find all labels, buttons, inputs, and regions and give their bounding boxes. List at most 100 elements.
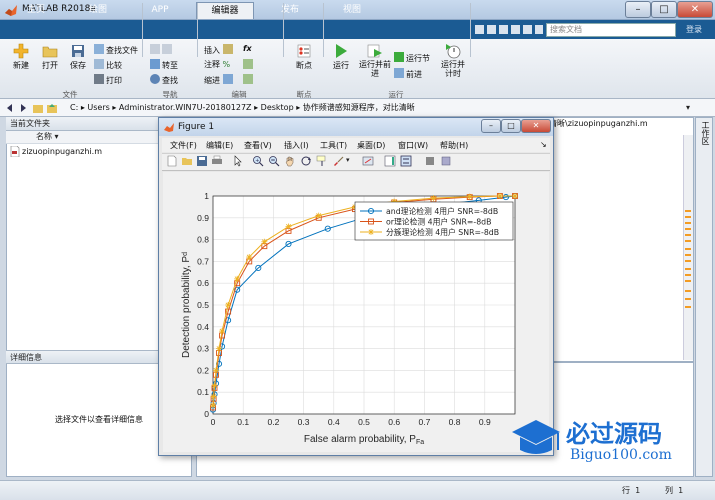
insert-label: 插入 [204,46,220,55]
find-button[interactable]: 查找 [150,74,178,86]
figure-menu-edit[interactable]: 编辑(E) [206,140,233,151]
path-segment[interactable]: Users [87,103,109,112]
find-files-icon [94,44,104,54]
workspace-label[interactable]: 工作区 [697,121,711,145]
brush-icon[interactable] [332,155,344,167]
figure-menu-window[interactable]: 窗口(W) [398,140,428,151]
close-button[interactable]: ✕ [677,1,713,18]
show-plot-tools-icon[interactable] [440,155,452,167]
y-tick-label: 0.2 [197,365,209,375]
tab-home[interactable]: 主页 [10,2,62,19]
ribbon-separator [197,3,198,57]
find-files-button[interactable]: 查找文件 [94,44,138,56]
edit-plot-arrow-icon[interactable] [232,155,244,167]
hide-plot-tools-icon[interactable] [424,155,436,167]
figure-menu-dock-icon[interactable]: ↘ [540,140,547,149]
indent-button[interactable]: 缩进 [204,74,235,86]
zoom-out-icon[interactable] [268,155,280,167]
insert-legend-icon[interactable] [400,155,412,167]
figure-menu-desktop[interactable]: 桌面(D) [357,140,385,151]
y-tick-labels: 0 0.1 0.2 0.3 0.4 0.5 0.6 0.7 0.8 0.9 1 [197,191,209,419]
file-list-item[interactable]: zizuopinpuganzhi.m [22,147,102,156]
data-point-star [210,402,216,409]
smart-indent-button[interactable] [243,74,255,85]
zoom-in-icon[interactable]: + [252,155,264,167]
path-segment[interactable]: C: [70,103,78,112]
open-button[interactable]: 打开 [36,43,64,71]
print-figure-icon[interactable] [211,155,223,167]
comment-button[interactable]: 注释 % [204,59,230,70]
path-segment[interactable]: Administrator.WIN7U-20180127Z [119,103,252,112]
insert-section-icon [222,44,233,54]
print-button[interactable]: 打印 [94,74,122,86]
wrap-button[interactable] [243,59,255,70]
browse-folder-icon[interactable] [46,102,58,114]
run-advance-button[interactable]: 运行并前进 [358,43,392,78]
figure-menu-insert[interactable]: 插入(I) [284,140,309,151]
tab-editor[interactable]: 编辑器 [196,2,254,19]
y-tick-label: 1 [204,191,209,201]
data-point-star [246,254,253,261]
run-section-button[interactable]: 运行节 [394,52,430,64]
run-section-label: 运行节 [406,54,430,63]
pan-hand-icon[interactable] [284,155,296,167]
x-tick-label: 0.7 [418,417,430,427]
figure-menu-view[interactable]: 查看(V) [244,140,272,151]
y-axis-label: Detection probability, Pd [181,252,192,358]
rotate-3d-icon[interactable] [300,155,312,167]
back-icon[interactable] [4,102,16,114]
data-point-star [368,229,374,235]
y-tick-label: 0.4 [197,322,209,332]
open-file-icon[interactable] [181,155,193,167]
forward-icon[interactable] [17,102,29,114]
run-play-icon [336,44,347,58]
goto-button[interactable]: 转至 [150,59,178,71]
path-dropdown-icon[interactable]: ▾ [686,103,690,112]
data-point-star [210,393,217,400]
figure-maximize-button[interactable]: □ [501,119,521,133]
quick-access-toolbar[interactable] [474,24,544,36]
y-tick-label: 0.9 [197,213,209,223]
data-point-star [225,302,232,308]
figure-close-button[interactable]: ✕ [521,119,551,133]
figure-menu-help[interactable]: 帮助(H) [440,140,468,151]
figure-menu-file[interactable]: 文件(F) [170,140,197,151]
path-segment[interactable]: 协作频谱感知源程序，对比清晰 [303,103,415,112]
search-documentation-input[interactable]: 搜索文档 [546,23,676,37]
run-advance-label: 运行并前进 [359,60,391,78]
current-folder-path[interactable]: C: ▸ Users ▸ Administrator.WIN7U-2018012… [70,102,415,115]
run-button[interactable]: 运行 [326,43,356,71]
link-plot-icon[interactable] [362,155,374,167]
insert-button[interactable]: 插入 [204,44,235,56]
name-column-label: 名称 [36,132,52,141]
row-value: 1 [635,486,641,495]
save-figure-icon[interactable] [196,155,208,167]
tab-plots[interactable]: 绘图 [72,2,124,19]
figure-canvas[interactable]: 0 0.1 0.2 0.3 0.4 0.5 0.6 0.7 0.8 0.9 0 0.1 0.2 0.3 0… [163,172,549,452]
up-folder-icon[interactable] [32,102,44,114]
advance-button[interactable]: 前进 [394,68,422,80]
nav-back-forward[interactable] [150,44,174,55]
new-button[interactable]: 新建 [6,43,36,71]
maximize-button[interactable]: □ [651,1,677,18]
y-tick-label: 0 [204,409,209,419]
figure-minimize-button[interactable]: – [481,119,501,133]
roc-chart[interactable]: 0 0.1 0.2 0.3 0.4 0.5 0.6 0.7 0.8 0.9 00.10.20.30… [163,172,549,452]
data-cursor-icon[interactable] [316,155,328,167]
save-button[interactable]: 保存 [64,43,92,71]
fx-button[interactable]: fx [243,44,252,53]
tab-view[interactable]: 视图 [326,2,378,19]
figure-menu-tools[interactable]: 工具(T) [320,140,347,151]
editor-file-tab[interactable]: 清晰\zizuopinpuganzhi.m [549,118,648,129]
tab-publish[interactable]: 发布 [264,2,316,19]
insert-colorbar-icon[interactable] [384,155,396,167]
x-tick-label: 0.1 [237,417,249,427]
login-link[interactable]: 登录 [686,24,702,35]
path-segment[interactable]: Desktop [261,103,294,112]
brush-dropdown-icon[interactable]: ▾ [346,156,350,164]
run-time-button[interactable]: 运行并计时 [436,43,470,78]
minimize-button[interactable]: – [625,1,651,18]
breakpoints-button[interactable]: 断点 [288,43,320,71]
new-figure-icon[interactable] [166,155,178,167]
compare-button[interactable]: 比较 [94,59,122,71]
